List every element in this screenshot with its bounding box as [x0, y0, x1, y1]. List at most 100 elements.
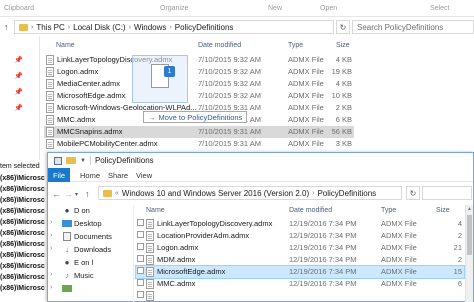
breadcrumb[interactable]: › This PC › Local Disk (C:) › Windows › … — [14, 20, 334, 34]
file-date: 7/10/2015 9:32 AM — [198, 79, 261, 88]
file-type: ADMX File — [381, 279, 417, 288]
file-row[interactable]: MediaCenter.admx 7/10/2015 9:32 AM ADMX … — [44, 78, 354, 90]
file-date: 7/10/2015 9:31 AM — [198, 139, 261, 148]
file-type: ADMX File — [288, 55, 324, 64]
address-bar: ↑ › This PC › Local Disk (C:) › Windows … — [0, 19, 474, 35]
ribbon-label-new: New — [268, 5, 283, 12]
expand-chevron-icon[interactable]: › — [50, 219, 52, 226]
file-size: 2 — [457, 255, 462, 264]
scrollbar-thumb[interactable] — [467, 215, 472, 255]
expand-chevron-icon[interactable]: › — [50, 245, 52, 252]
tab-home[interactable]: Home — [80, 171, 100, 180]
file-row[interactable]: LinkLayerTopologyDiscovery.admx 12/19/20… — [136, 218, 464, 230]
back-arrow-icon[interactable]: ← — [52, 189, 61, 199]
scroll-up-arrow-icon[interactable]: ▲ — [466, 206, 473, 212]
tab-view[interactable]: View — [136, 171, 152, 180]
row-checkbox[interactable] — [137, 243, 144, 250]
column-header-name[interactable]: Name — [56, 42, 75, 49]
admx-file-icon — [46, 67, 54, 77]
file-row-selected[interactable]: MicrosoftEdge.admx 12/19/2016 7:34 PM AD… — [135, 265, 465, 279]
tree-item[interactable]: ● E on l — [48, 257, 134, 269]
file-row[interactable]: MicrosoftEdge.admx 7/10/2015 9:32 AM ADM… — [44, 90, 354, 102]
chevron-down-icon[interactable]: ▼ — [80, 158, 86, 164]
file-date: 7/10/2015 9:32 AM — [198, 91, 261, 100]
tree-item[interactable]: › Desktop — [48, 218, 134, 230]
music-icon: ♪ — [65, 271, 69, 280]
breadcrumb-policydefinitions[interactable]: PolicyDefinitions — [317, 189, 376, 198]
row-checkbox[interactable] — [137, 291, 144, 298]
expand-chevron-icon[interactable]: › — [50, 284, 52, 291]
search-input[interactable] — [422, 186, 472, 200]
file-row[interactable]: MDM.admx 12/19/2016 7:34 PM ADMX File 2 — [136, 254, 464, 266]
file-row[interactable]: LinkLayerTopologyDiscovery.admx 7/10/201… — [44, 54, 354, 66]
path-fragment: (x86)\Microsc — [0, 263, 45, 270]
background-left-strip: tem selected (x86)\Microsc (x86)\Microsc… — [0, 160, 47, 302]
row-checkbox[interactable] — [137, 219, 144, 226]
pin-icon[interactable]: 📌 — [14, 72, 23, 80]
tree-item[interactable]: › ♪ Music — [48, 270, 134, 282]
file-date: 12/19/2016 7:34 PM — [289, 255, 357, 264]
tab-share[interactable]: Share — [108, 171, 128, 180]
file-date: 12/19/2016 7:34 PM — [289, 279, 357, 288]
column-header-type[interactable]: Type — [288, 42, 303, 49]
up-arrow-icon[interactable]: ↑ — [4, 22, 9, 32]
breadcrumb-windows[interactable]: Windows — [134, 23, 166, 32]
column-header-size[interactable]: Size — [336, 42, 350, 49]
refresh-icon[interactable]: ↻ — [336, 20, 350, 34]
move-arrow-icon: → — [148, 112, 156, 122]
breadcrumb-local-disk[interactable]: Local Disk (C:) — [73, 23, 125, 32]
file-row[interactable]: LocationProviderAdm.admx 12/19/2016 7:34… — [136, 230, 464, 242]
column-header-date[interactable]: Date modified — [289, 207, 332, 214]
up-arrow-icon[interactable]: ↑ — [85, 189, 90, 199]
column-header-name[interactable]: Name — [146, 207, 165, 214]
row-checkbox[interactable] — [137, 231, 144, 238]
file-size: 4 KB — [335, 55, 352, 64]
expand-chevron-icon[interactable]: › — [50, 232, 52, 239]
tree-item[interactable]: › — [48, 283, 134, 295]
breadcrumb-windows-10-templates[interactable]: Windows 10 and Windows Server 2016 (Vers… — [122, 189, 309, 198]
forward-arrow-icon[interactable]: → — [64, 189, 73, 199]
admx-file-icon — [146, 291, 154, 301]
pin-icon[interactable]: 📌 — [14, 56, 23, 64]
file-type: ADMX File — [288, 79, 324, 88]
breadcrumb-separator-icon: › — [31, 23, 34, 31]
pin-icon[interactable]: 📌 — [14, 104, 23, 112]
column-header-size[interactable]: Size — [436, 207, 450, 214]
file-row[interactable]: Logon.admx 7/10/2015 9:32 AM ADMX File 1… — [44, 66, 354, 78]
search-input[interactable]: Search PolicyDefinitions — [352, 20, 474, 34]
row-checkbox[interactable] — [137, 267, 144, 274]
drag-tooltip: → Move to PolicyDefinitions — [143, 111, 248, 123]
title-bar[interactable]: ▼ PolicyDefinitions — [48, 153, 473, 168]
breadcrumb-policydefinitions[interactable]: PolicyDefinitions — [175, 23, 234, 32]
row-checkbox[interactable] — [137, 279, 144, 286]
breadcrumb-overflow-icon[interactable]: « — [115, 190, 119, 197]
row-checkbox[interactable] — [137, 255, 144, 262]
vertical-scrollbar[interactable]: ▲ — [465, 205, 473, 302]
breadcrumb[interactable]: « Windows 10 and Windows Server 2016 (Ve… — [98, 186, 402, 200]
file-type: ADMX File — [288, 67, 324, 76]
save-icon[interactable] — [54, 156, 62, 165]
tree-item[interactable]: › Documents — [48, 231, 134, 243]
file-row[interactable]: MobilePCMobilityCenter.admx 7/10/2015 9:… — [44, 138, 354, 150]
tree-item[interactable]: › ↓ Downloads — [48, 244, 134, 256]
file-type: ADMX File — [381, 243, 417, 252]
file-row[interactable]: MMC.admx 12/19/2016 7:34 PM ADMX File 6 — [136, 278, 464, 290]
file-size: 19 KB — [331, 67, 352, 76]
pin-icon[interactable]: 📌 — [14, 88, 23, 96]
breadcrumb-this-pc[interactable]: This PC — [36, 23, 64, 32]
tab-file[interactable]: File — [48, 168, 70, 182]
column-header-type[interactable]: Type — [381, 207, 396, 214]
recent-chevron-icon[interactable]: ▾ — [75, 191, 78, 198]
ribbon-label-select: Select — [430, 5, 450, 12]
admx-file-icon — [146, 279, 154, 289]
file-type: ADMX File — [288, 139, 324, 148]
tree-item[interactable]: ● D on — [48, 205, 134, 217]
column-header-row: Name Date modified Type Size — [44, 40, 424, 53]
column-header-date[interactable]: Date modified — [198, 42, 241, 49]
folder-icon — [103, 189, 112, 197]
file-row[interactable]: Logon.admx 12/19/2016 7:34 PM ADMX File … — [136, 242, 464, 254]
file-row[interactable] — [136, 290, 464, 302]
file-row-hover[interactable]: MMCSnapins.admx 7/10/2015 9:31 AM ADMX F… — [44, 126, 354, 138]
expand-chevron-icon[interactable]: › — [50, 271, 52, 278]
refresh-icon[interactable]: ↻ — [406, 186, 420, 200]
